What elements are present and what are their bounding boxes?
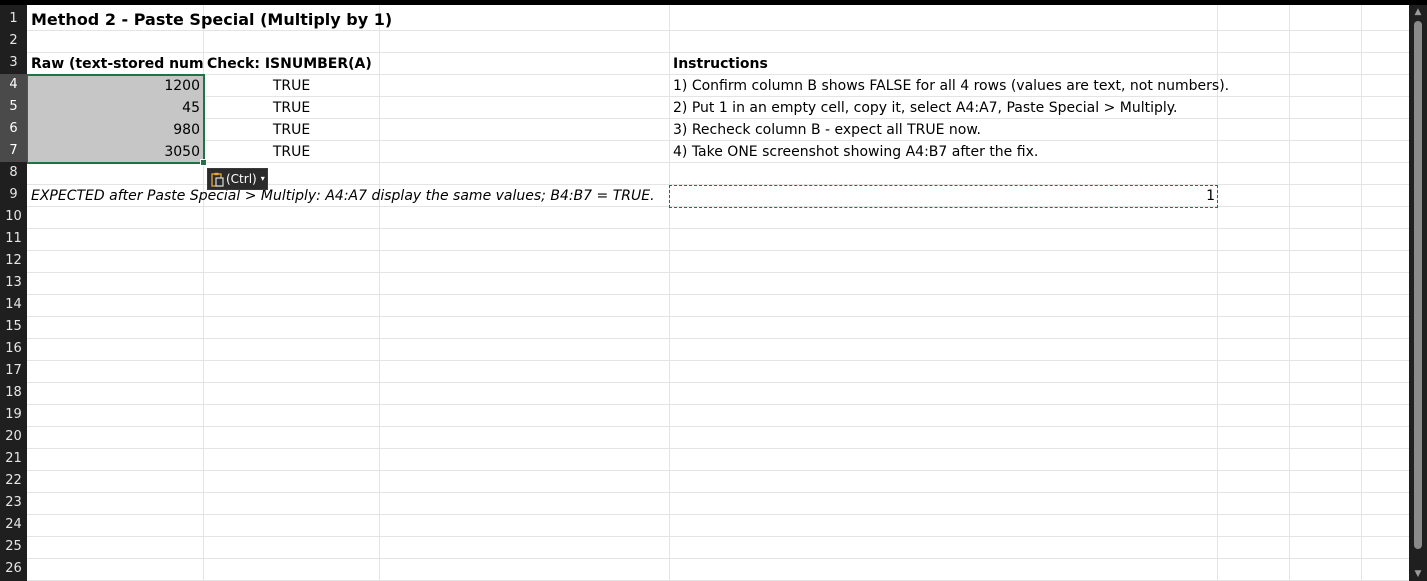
row-header[interactable]: 22	[0, 470, 27, 492]
gridline	[27, 448, 1409, 449]
gridline	[27, 536, 1409, 537]
row-header[interactable]: 10	[0, 206, 27, 228]
gridline	[27, 272, 1409, 273]
gridline	[27, 338, 1409, 339]
gridline	[379, 5, 380, 581]
paste-options-button[interactable]: (Ctrl) ▾	[207, 168, 268, 190]
row-header[interactable]: 4	[0, 74, 27, 96]
header-isnumber-check[interactable]: Check: ISNUMBER(A)	[207, 53, 377, 75]
row-header[interactable]: 21	[0, 448, 27, 470]
instruction-step-4[interactable]: 4) Take ONE screenshot showing A4:B7 aft…	[673, 141, 1373, 163]
gridline	[27, 294, 1409, 295]
instruction-step-1[interactable]: 1) Confirm column B shows FALSE for all …	[673, 75, 1373, 97]
row-header[interactable]: 25	[0, 536, 27, 558]
copy-marquee	[669, 185, 1218, 208]
row-header[interactable]: 14	[0, 294, 27, 316]
paste-options-label: (Ctrl)	[226, 172, 257, 186]
gridline	[27, 316, 1409, 317]
row-header[interactable]: 13	[0, 272, 27, 294]
row-header[interactable]: 5	[0, 96, 27, 118]
scroll-down-arrow-icon[interactable]: ▼	[1409, 567, 1427, 581]
spreadsheet-grid[interactable]: Method 2 - Paste Special (Multiply by 1)…	[27, 5, 1409, 581]
gridline	[27, 360, 1409, 361]
row-header[interactable]: 19	[0, 404, 27, 426]
row-header[interactable]: 2	[0, 30, 27, 52]
header-instructions[interactable]: Instructions	[673, 53, 973, 75]
gridline	[27, 382, 1409, 383]
cell-b7[interactable]: TRUE	[204, 141, 379, 163]
cell-b5[interactable]: TRUE	[204, 97, 379, 119]
chevron-down-icon: ▾	[260, 174, 265, 183]
row-header[interactable]: 26	[0, 558, 27, 580]
gridline	[27, 470, 1409, 471]
gridline	[27, 426, 1409, 427]
row-header[interactable]: 12	[0, 250, 27, 272]
instruction-step-2[interactable]: 2) Put 1 in an empty cell, copy it, sele…	[673, 97, 1373, 119]
gridline	[27, 514, 1409, 515]
cell-b4[interactable]: TRUE	[204, 75, 379, 97]
row-header[interactable]: 20	[0, 426, 27, 448]
sheet-title[interactable]: Method 2 - Paste Special (Multiply by 1)	[31, 9, 671, 31]
row-header[interactable]: 11	[0, 228, 27, 250]
fill-handle[interactable]	[200, 159, 207, 166]
row-header[interactable]: 8	[0, 162, 27, 184]
row-header[interactable]: 9	[0, 184, 27, 206]
gridline	[27, 250, 1409, 251]
cell-b6[interactable]: TRUE	[204, 119, 379, 141]
row-header[interactable]: 23	[0, 492, 27, 514]
scrollbar-thumb[interactable]	[1414, 21, 1422, 549]
clipboard-icon	[211, 172, 224, 187]
vertical-scrollbar[interactable]: ▲ ▼	[1409, 5, 1427, 581]
gridline	[27, 558, 1409, 559]
gridline	[27, 492, 1409, 493]
row-header[interactable]: 16	[0, 338, 27, 360]
header-raw-values[interactable]: Raw (text-stored numbe	[31, 53, 203, 75]
row-headers: 1 2 3 4 5 6 7 8 9 10 11 12 13 14 15 16 1…	[0, 5, 27, 581]
scroll-up-arrow-icon[interactable]: ▲	[1409, 5, 1427, 19]
gridline	[669, 5, 670, 581]
row-header[interactable]: 3	[0, 52, 27, 74]
row-header[interactable]: 7	[0, 140, 27, 162]
row-header[interactable]: 24	[0, 514, 27, 536]
row-header[interactable]: 15	[0, 316, 27, 338]
gridline	[27, 228, 1409, 229]
row-header[interactable]: 6	[0, 118, 27, 140]
selection-border	[27, 74, 205, 164]
row-header[interactable]: 1	[0, 8, 27, 30]
gridline	[27, 404, 1409, 405]
instruction-step-3[interactable]: 3) Recheck column B - expect all TRUE no…	[673, 119, 1373, 141]
expected-note[interactable]: EXPECTED after Paste Special > Multiply:…	[31, 185, 667, 207]
row-header[interactable]: 17	[0, 360, 27, 382]
row-header[interactable]: 18	[0, 382, 27, 404]
